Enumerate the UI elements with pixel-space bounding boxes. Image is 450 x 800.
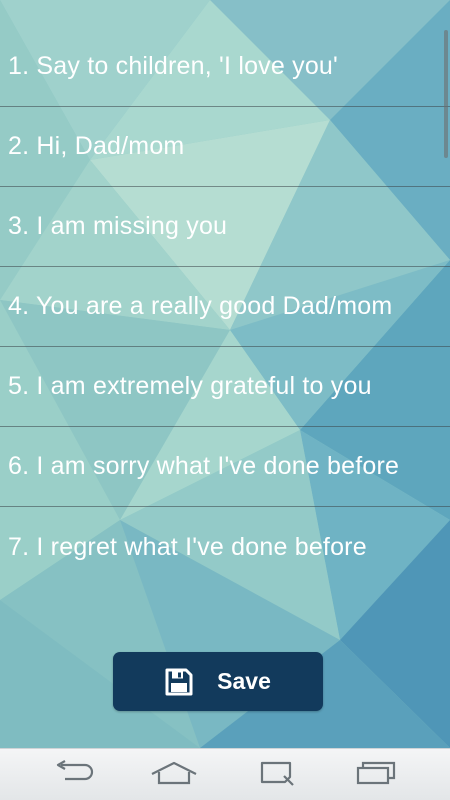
multi-window-button[interactable] [352,759,400,791]
save-button-label: Save [217,668,271,694]
back-button[interactable] [49,759,97,791]
list-item[interactable]: 1. Say to children, 'I love you' [0,27,450,107]
screen: 1. Say to children, 'I love you' 2. Hi, … [0,0,450,800]
recent-apps-icon [257,759,297,792]
list-item[interactable]: 5. I am extremely grateful to you [0,347,450,427]
back-icon [51,759,95,791]
home-icon [150,760,198,791]
multi-window-icon [354,760,398,791]
floppy-disk-icon [165,668,193,696]
list-item[interactable]: 4. You are a really good Dad/mom [0,267,450,347]
phrase-list: 1. Say to children, 'I love you' 2. Hi, … [0,27,450,587]
recent-apps-button[interactable] [253,759,301,791]
list-item[interactable]: 7. I regret what I've done before [0,507,450,587]
home-button[interactable] [150,759,198,791]
navigation-bar [0,748,450,800]
list-item[interactable]: 6. I am sorry what I've done before [0,427,450,507]
list-item[interactable]: 2. Hi, Dad/mom [0,107,450,187]
list-item[interactable]: 3. I am missing you [0,187,450,267]
scrollbar[interactable] [444,30,448,158]
save-button[interactable]: Save [113,652,323,711]
